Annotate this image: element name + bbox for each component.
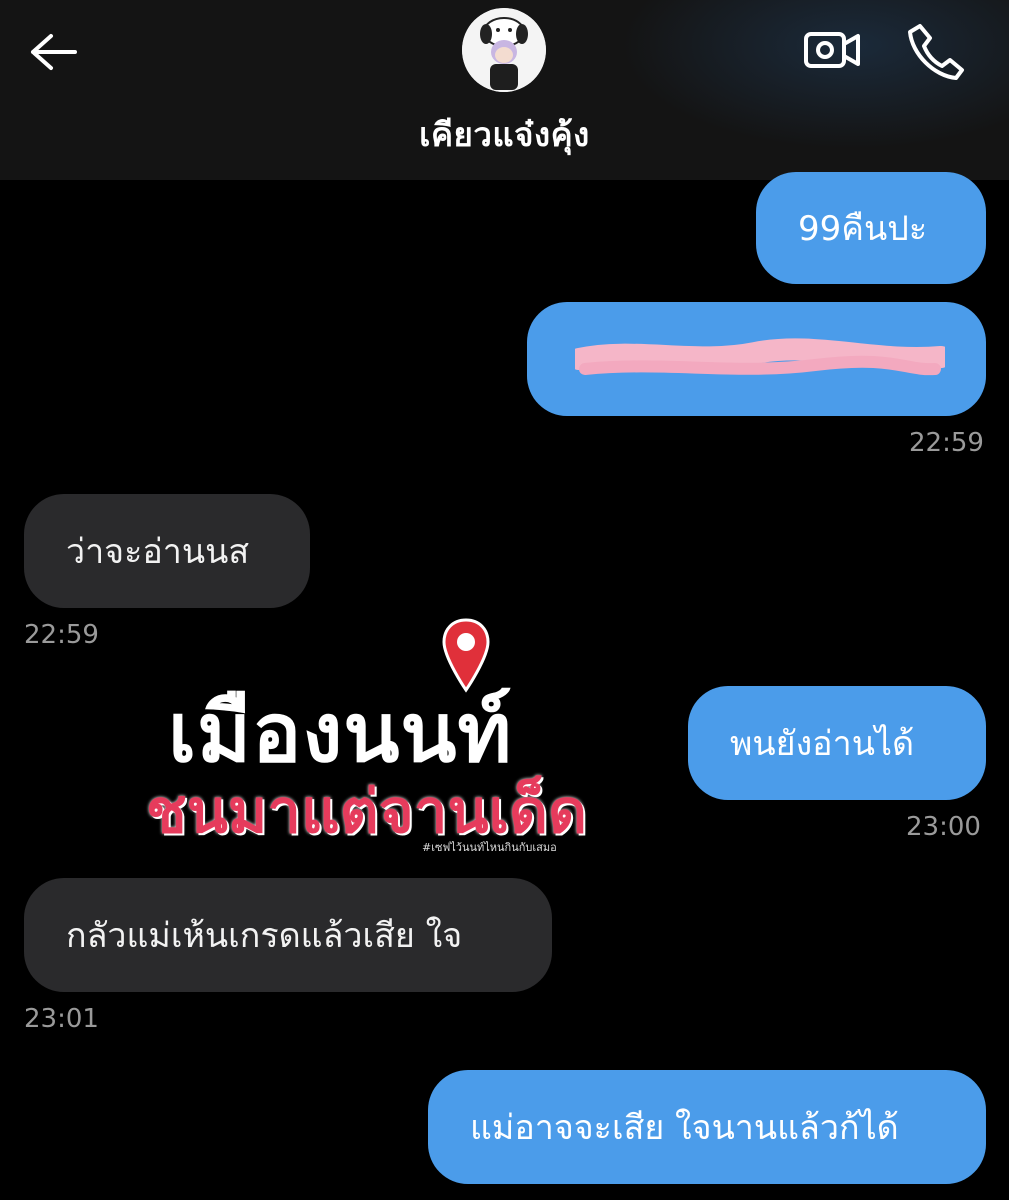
message-bubble-incoming[interactable]: ว่าจะอ่านนส	[24, 494, 310, 608]
contact-avatar[interactable]	[462, 8, 546, 92]
voice-call-button[interactable]	[904, 20, 966, 80]
message-text: 99คืนปะ	[798, 209, 928, 249]
arrow-left-icon	[31, 34, 77, 70]
watermark-logo: เมืองนนท์ ชนมาแต่จานเด็ด #เซฟไว้นนท์ไหนก…	[146, 616, 680, 866]
message-timestamp: 23:00	[906, 812, 981, 842]
back-button[interactable]	[26, 24, 82, 80]
message-bubble-outgoing[interactable]: แม่อาจจะเสีย ใจนานแล้วก้ได้	[428, 1070, 986, 1184]
message-timestamp: 22:59	[24, 620, 99, 650]
message-bubble-outgoing[interactable]: 99คืนปะ	[756, 172, 986, 284]
message-bubble-outgoing[interactable]: พนยังอ่านได้	[688, 686, 986, 800]
watermark-tagline: #เซฟไว้นนท์ไหนกินกับเสมอ	[422, 841, 557, 854]
avatar-image	[462, 8, 546, 92]
redaction-scribble	[575, 338, 945, 376]
message-text: ว่าจะอ่านนส	[66, 532, 250, 572]
video-call-button[interactable]	[802, 22, 864, 78]
video-camera-icon	[804, 32, 860, 68]
chat-header: เคียวแจ๋งคุ้ง	[0, 0, 1009, 180]
message-bubble-incoming[interactable]: กลัวแม่เห้นเกรดแล้วเสีย ใจ	[24, 878, 552, 992]
message-text: กลัวแม่เห้นเกรดแล้วเสีย ใจ	[66, 916, 463, 956]
message-timestamp: 23:01	[24, 1004, 99, 1034]
contact-name: เคียวแจ๋งคุ้ง	[419, 115, 590, 154]
message-text: พนยังอ่านได้	[730, 724, 915, 764]
message-timestamp: 22:59	[909, 428, 984, 458]
message-text: แม่อาจจะเสีย ใจนานแล้วก้ได้	[470, 1108, 899, 1148]
phone-icon	[908, 24, 964, 80]
